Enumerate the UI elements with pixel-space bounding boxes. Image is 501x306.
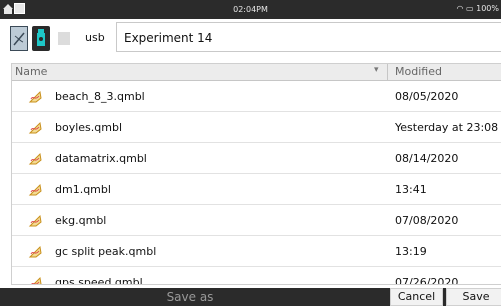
file-modified: Yesterday at 23:08 [395, 121, 499, 134]
file-row[interactable]: boyles.qmbl Yesterday at 23:08 [12, 112, 501, 143]
dialog-footer: Save as Cancel Save [0, 288, 501, 306]
app-folder-button[interactable] [10, 26, 28, 51]
file-modified: 07/26/2020 [395, 276, 459, 285]
file-modified: 13:19 [395, 245, 427, 258]
qmbl-file-icon [28, 244, 42, 258]
file-name: dm1.qmbl [55, 183, 111, 196]
dialog-title: Save as [166, 290, 214, 304]
cloud-icon [58, 32, 70, 45]
location-label: usb [85, 31, 105, 44]
qmbl-file-icon [28, 89, 42, 103]
battery-level: 100% [476, 4, 499, 13]
qmbl-file-icon [28, 213, 42, 227]
save-button[interactable]: Save [446, 288, 501, 306]
file-modified: 08/05/2020 [395, 90, 459, 103]
app-folder-icon [13, 32, 25, 46]
file-modified: 13:41 [395, 183, 427, 196]
file-row[interactable]: datamatrix.qmbl 08/14/2020 [12, 143, 501, 174]
wifi-icon: ◠ [456, 4, 464, 13]
filename-field[interactable] [116, 22, 501, 53]
location-toolbar: usb [0, 22, 501, 58]
status-bar: 02:04PM ◠ ▭ 100% [0, 0, 501, 19]
file-row[interactable]: beach_8_3.qmbl 08/05/2020 [12, 81, 501, 112]
column-header-modified[interactable]: Modified [395, 65, 442, 78]
file-row[interactable]: dm1.qmbl 13:41 [12, 174, 501, 205]
qmbl-file-icon [28, 151, 42, 165]
status-indicators: ◠ ▭ 100% [456, 4, 499, 13]
file-row[interactable]: ekg.qmbl 07/08/2020 [12, 205, 501, 236]
file-name: datamatrix.qmbl [55, 152, 147, 165]
file-row[interactable]: gps speed.qmbl 07/26/2020 [12, 267, 501, 285]
qmbl-file-icon [28, 182, 42, 196]
column-header-name[interactable]: Name [15, 65, 47, 78]
file-name: gc split peak.qmbl [55, 245, 157, 258]
file-list[interactable]: Name ▾ Modified beach_8_3.qmbl 08/05/202… [11, 63, 501, 285]
file-row[interactable]: gc split peak.qmbl 13:19 [12, 236, 501, 267]
file-modified: 08/14/2020 [395, 152, 459, 165]
status-time: 02:04PM [233, 5, 268, 14]
usb-icon [37, 29, 45, 46]
qmbl-file-icon [28, 120, 42, 134]
qmbl-file-icon [28, 275, 42, 285]
file-modified: 07/08/2020 [395, 214, 459, 227]
file-name: ekg.qmbl [55, 214, 107, 227]
file-name: gps speed.qmbl [55, 276, 143, 285]
cloud-button[interactable] [55, 26, 73, 51]
battery-icon: ▭ [466, 4, 474, 13]
file-name: beach_8_3.qmbl [55, 90, 145, 103]
filename-input[interactable] [117, 23, 486, 53]
cancel-button[interactable]: Cancel [390, 288, 443, 306]
usb-drive-button[interactable] [32, 26, 50, 51]
file-name: boyles.qmbl [55, 121, 123, 134]
sort-chevron-icon[interactable]: ▾ [374, 65, 379, 75]
column-divider [387, 64, 388, 80]
file-list-header: Name ▾ Modified [12, 64, 501, 81]
